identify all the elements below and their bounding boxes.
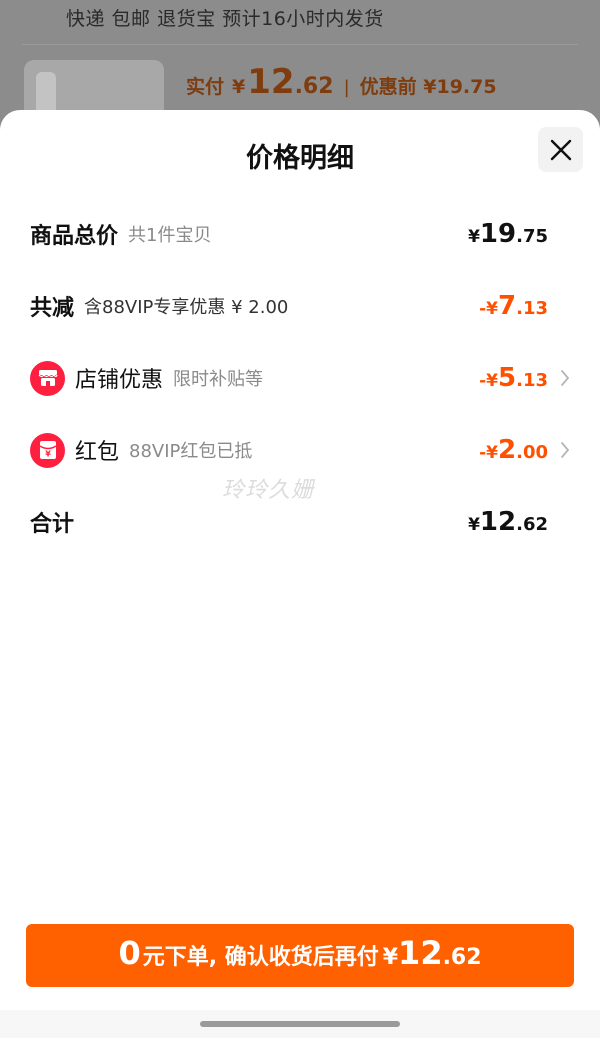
row-total-discount: 共减 含88VIP专享优惠 ¥ 2.00 -¥ 7.13: [30, 286, 570, 326]
row-sub: 含88VIP专享优惠 ¥ 2.00: [84, 297, 289, 318]
row-total-goods: 商品总价 共1件宝贝 ¥19.75: [30, 214, 570, 254]
sheet-title: 价格明细: [246, 143, 354, 174]
row-label: 合计: [30, 512, 75, 537]
background-price: 实付 ¥ 12 .62 | 优惠前 ¥19.75: [186, 62, 497, 102]
svg-text:¥: ¥: [45, 450, 51, 459]
chevron-right-icon: [561, 442, 570, 458]
confirm-order-button[interactable]: 0 元下单, 确认收货后再付 ¥ 12 .62: [26, 924, 574, 987]
row-shop-discount[interactable]: 店铺优惠 限时补贴等 -¥ 5.13: [30, 358, 570, 398]
home-indicator[interactable]: [200, 1021, 400, 1027]
close-icon: [550, 139, 571, 160]
row-amount: -¥ 5.13: [479, 363, 548, 393]
row-amount: ¥12.62: [468, 507, 548, 537]
row-sub: 共1件宝贝: [128, 225, 212, 246]
row-grand-total: 合计 ¥12.62: [30, 502, 570, 542]
row-amount: -¥ 7.13: [479, 291, 548, 321]
row-label: 店铺优惠: [75, 368, 164, 393]
row-sub: 88VIP红包已抵: [129, 441, 253, 462]
row-label: 共减: [30, 296, 75, 321]
row-sub: 限时补贴等: [173, 369, 264, 390]
row-amount: -¥ 2.00: [479, 435, 548, 465]
price-detail-sheet: 价格明细 商品总价 共1件宝贝 ¥19.75 共减 含88VIP专享优惠 ¥ 2…: [0, 110, 600, 1038]
row-label: 商品总价: [30, 224, 119, 249]
home-indicator-area: [0, 1010, 600, 1038]
row-label: 红包: [75, 440, 120, 465]
red-packet-icon: ¥: [30, 432, 65, 468]
watermark: 玲玲久姗: [222, 478, 315, 503]
shipping-info: 快递 包邮 退货宝 预计16小时内发货: [66, 8, 384, 30]
price-label: 实付: [186, 76, 225, 98]
divider: [22, 44, 578, 45]
chevron-right-icon: [561, 370, 570, 386]
shop-icon: [30, 360, 65, 396]
row-amount: ¥19.75: [468, 219, 548, 249]
close-button[interactable]: [538, 127, 583, 172]
row-red-packet[interactable]: ¥ 红包 88VIP红包已抵 -¥ 2.00: [30, 430, 570, 470]
pre-discount-price: 优惠前 ¥19.75: [359, 76, 497, 98]
